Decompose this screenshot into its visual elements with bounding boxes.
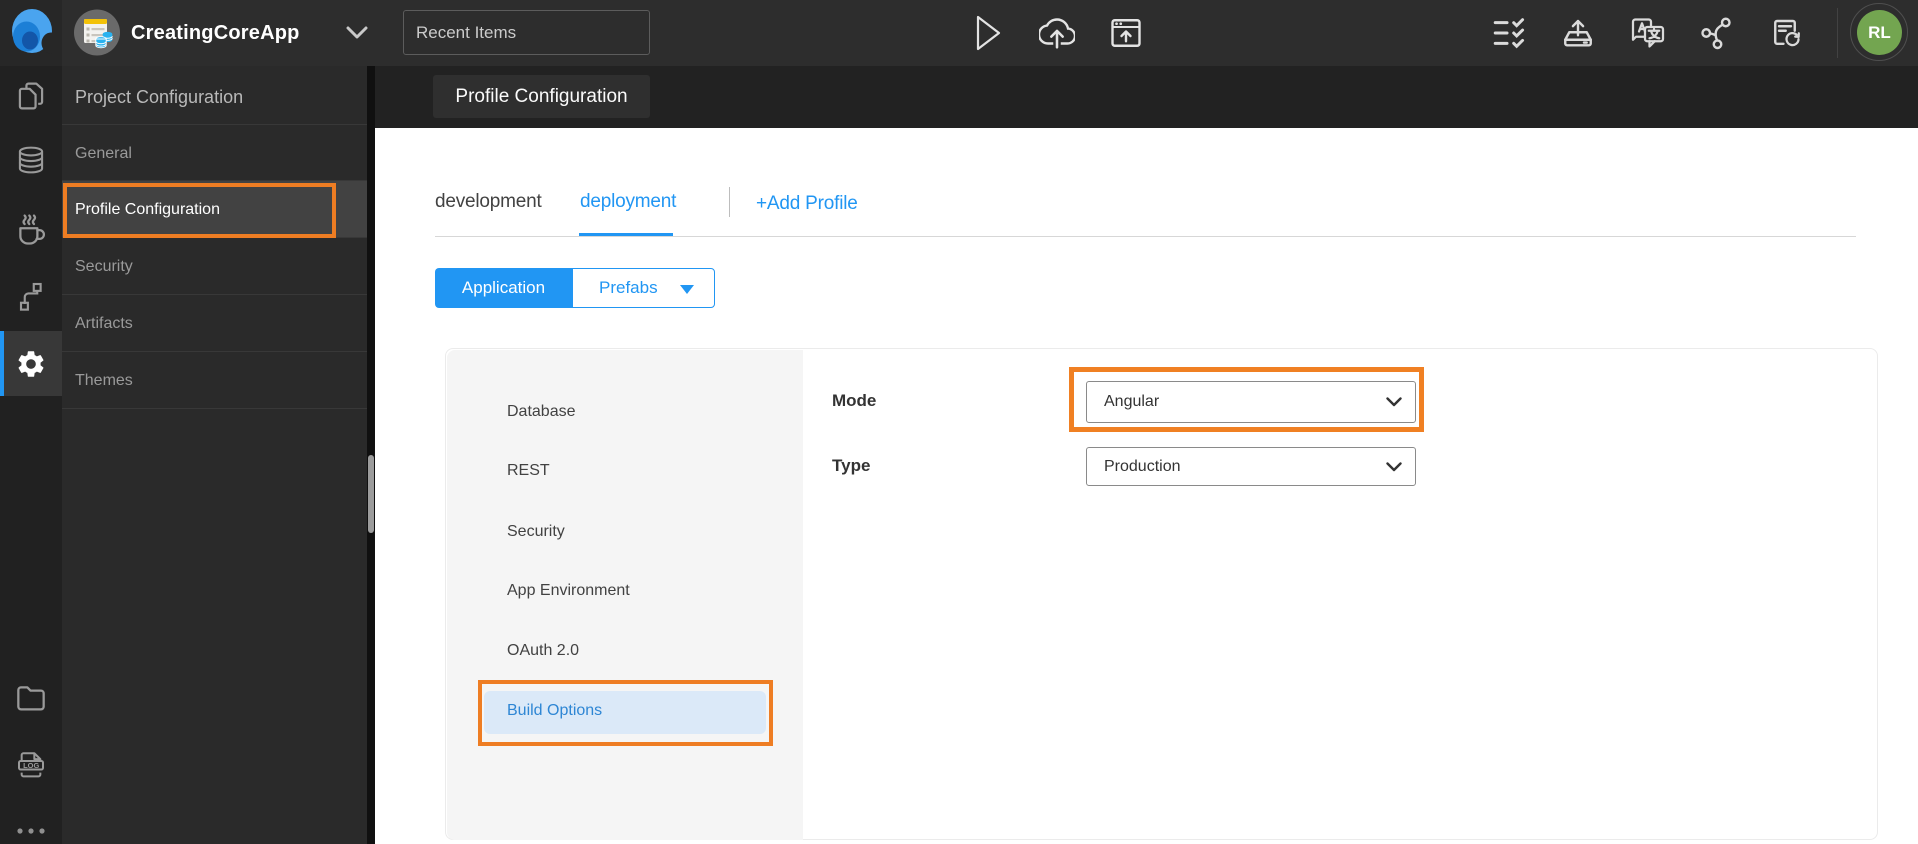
svg-text:LOG: LOG	[23, 761, 39, 770]
